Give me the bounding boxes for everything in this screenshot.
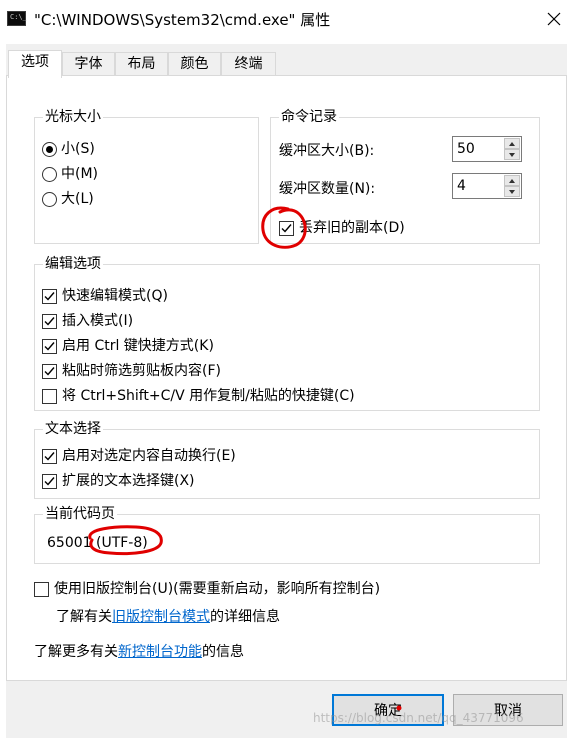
new-features-learn-more: 了解更多有关 新控制台功能 的信息 (34, 643, 244, 661)
window-title: "C:\WINDOWS\System32\cmd.exe" 属性 (34, 11, 331, 29)
options-panel: 光标大小 小(S) 中(M) 大(L) 命令记录 缓冲区大小(B): 缓冲区数量… (6, 75, 567, 681)
buffer-count-label: 缓冲区数量(N): (279, 181, 376, 197)
line-wrap-selection-checkbox[interactable]: 启用对选定内容自动换行(E) (42, 447, 236, 465)
code-page-title: 当前代码页 (43, 505, 117, 523)
spin-up-icon[interactable] (504, 138, 520, 149)
radio-medium-button[interactable] (42, 166, 57, 182)
cursor-size-title: 光标大小 (43, 108, 103, 126)
ctrl-shift-copy-paste-checkbox[interactable]: 将 Ctrl+Shift+C/V 用作复制/粘贴的快捷键(C) (42, 387, 355, 405)
radio-large-button[interactable] (42, 191, 57, 207)
buffer-size-spinner[interactable] (452, 136, 522, 162)
text-selection-title: 文本选择 (43, 420, 103, 438)
dialog-body: 选项 字体 布局 颜色 终端 光标大小 小(S) 中(M) 大(L) 命令记录 … (6, 44, 567, 738)
legacy-console-link[interactable]: 旧版控制台模式 (112, 608, 210, 626)
checkbox-unchecked-icon[interactable] (42, 388, 57, 404)
new-console-features-link[interactable]: 新控制台功能 (118, 643, 202, 661)
discard-old-checkbox[interactable]: 丢弃旧的副本(D) (279, 219, 405, 237)
checkbox-unchecked-icon[interactable] (34, 581, 49, 597)
tab-colors[interactable]: 颜色 (168, 52, 221, 76)
spin-up-icon[interactable] (504, 175, 520, 186)
tab-font[interactable]: 字体 (62, 52, 115, 76)
ctrl-shortcuts-checkbox[interactable]: 启用 Ctrl 键快捷方式(K) (42, 337, 214, 355)
legacy-learn-more: 了解有关 旧版控制台模式 的详细信息 (56, 608, 280, 626)
checkbox-checked-icon[interactable] (42, 448, 57, 464)
tab-options[interactable]: 选项 (8, 50, 62, 78)
title-bar: C:\_ "C:\WINDOWS\System32\cmd.exe" 属性 (0, 0, 573, 38)
checkbox-checked-icon[interactable] (42, 313, 57, 329)
radio-small[interactable]: 小(S) (42, 140, 95, 158)
buffer-size-input[interactable] (453, 137, 503, 161)
spin-down-icon[interactable] (504, 149, 520, 160)
checkbox-checked-icon[interactable] (42, 473, 57, 489)
checkbox-checked-icon[interactable] (42, 363, 57, 379)
checkbox-checked-icon[interactable] (42, 288, 57, 304)
buffer-count-input[interactable] (453, 174, 503, 198)
radio-medium[interactable]: 中(M) (42, 165, 98, 183)
filter-clipboard-checkbox[interactable]: 粘贴时筛选剪贴板内容(F) (42, 362, 221, 380)
buffer-count-spinner[interactable] (452, 173, 522, 199)
command-history-title: 命令记录 (279, 108, 339, 126)
radio-large[interactable]: 大(L) (42, 190, 94, 208)
tab-terminal[interactable]: 终端 (221, 52, 276, 76)
quick-edit-checkbox[interactable]: 快速编辑模式(Q) (42, 287, 168, 305)
tab-layout[interactable]: 布局 (115, 52, 168, 76)
checkbox-checked-icon[interactable] (279, 220, 294, 236)
checkbox-checked-icon[interactable] (42, 338, 57, 354)
code-page-value: 65001 (UTF-8) (47, 535, 148, 551)
legacy-console-checkbox[interactable]: 使用旧版控制台(U)(需要重新启动，影响所有控制台) (34, 580, 380, 598)
extended-selection-keys-checkbox[interactable]: 扩展的文本选择键(X) (42, 472, 195, 490)
insert-mode-checkbox[interactable]: 插入模式(I) (42, 312, 133, 330)
close-icon[interactable] (543, 8, 565, 30)
edit-options-title: 编辑选项 (43, 255, 103, 273)
spin-down-icon[interactable] (504, 186, 520, 197)
cmd-app-icon: C:\_ (7, 11, 27, 26)
watermark: https://blog.csdn.net/qq_43771096 (313, 711, 524, 725)
radio-small-button[interactable] (42, 141, 57, 157)
buffer-size-label: 缓冲区大小(B): (279, 143, 375, 159)
